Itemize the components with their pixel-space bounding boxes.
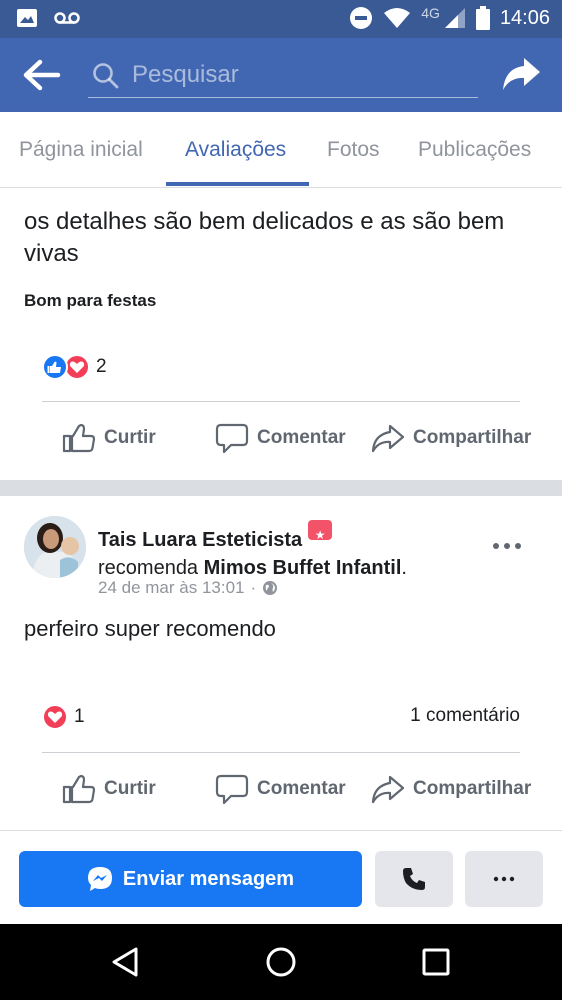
share-button[interactable]: Compartilhar — [371, 773, 531, 805]
more-options-button[interactable] — [465, 851, 543, 907]
status-bar: 4G 14:06 — [0, 0, 562, 38]
love-icon — [42, 704, 68, 730]
review-post: os detalhes são bem delicados e as são b… — [0, 188, 562, 480]
nav-home-icon[interactable] — [265, 946, 297, 978]
send-message-button[interactable]: Enviar mensagem — [19, 851, 362, 907]
reactions-summary[interactable]: 2 — [42, 354, 107, 380]
dnd-icon — [350, 7, 373, 29]
author-name[interactable]: Tais Luara Esteticista — [98, 529, 302, 551]
share-button[interactable]: Compartilhar — [371, 422, 531, 454]
call-button[interactable] — [375, 851, 453, 907]
comment-icon — [215, 774, 249, 805]
share-icon — [371, 424, 405, 453]
system-nav-bar — [0, 924, 562, 1000]
page-name[interactable]: Mimos Buffet Infantil — [204, 557, 402, 579]
like-label: Curtir — [104, 778, 156, 799]
phone-icon — [403, 868, 425, 890]
thumbs-up-icon — [62, 774, 96, 804]
recommendation-post: Tais Luara Esteticista ★ recomenda Mimos … — [0, 496, 562, 830]
nav-back-icon[interactable] — [110, 946, 140, 978]
search-placeholder: Pesquisar — [132, 61, 239, 88]
avatar[interactable] — [24, 516, 86, 578]
battery-icon — [475, 6, 490, 30]
post-text: os detalhes são bem delicados e as são b… — [24, 208, 505, 267]
like-button[interactable]: Curtir — [62, 773, 156, 805]
more-icon[interactable] — [492, 536, 522, 556]
active-tab-indicator — [166, 182, 309, 186]
search-input[interactable]: Pesquisar — [88, 52, 478, 98]
signal-icon — [444, 8, 465, 28]
share-label: Compartilhar — [413, 427, 532, 448]
page-action-bar: Enviar mensagem — [0, 830, 562, 924]
post-header: Tais Luara Esteticista ★ recomenda Mimos … — [98, 520, 498, 582]
reaction-count: 1 — [74, 706, 85, 727]
post-timestamp[interactable]: 24 de mar às 13:01 — [98, 578, 244, 598]
tab-bar: Página inicial Avaliações Fotos Publicaç… — [0, 112, 562, 188]
image-icon — [17, 9, 37, 27]
post-text: perfeiro super recomendo — [24, 616, 276, 641]
comment-label: Comentar — [257, 427, 346, 448]
voicemail-icon — [54, 12, 80, 24]
comment-count[interactable]: 1 comentário — [410, 705, 520, 727]
tab-home[interactable]: Página inicial — [19, 138, 143, 162]
send-message-label: Enviar mensagem — [122, 867, 295, 890]
tab-photos[interactable]: Fotos — [327, 138, 380, 162]
thumbs-up-icon — [62, 423, 96, 453]
nav-recent-icon[interactable] — [422, 948, 450, 976]
review-tag: Bom para festas — [24, 291, 157, 310]
like-icon — [42, 354, 68, 380]
comment-icon — [215, 423, 249, 454]
back-arrow-icon[interactable] — [22, 58, 62, 92]
post-meta: 24 de mar às 13:01 · — [98, 578, 278, 598]
globe-icon — [263, 581, 278, 595]
reactions-summary[interactable]: 1 — [42, 704, 85, 730]
share-arrow-icon[interactable] — [500, 54, 542, 94]
share-icon — [371, 775, 405, 804]
like-button[interactable]: Curtir — [62, 422, 156, 454]
wifi-icon — [384, 8, 411, 28]
app-bar: Pesquisar — [0, 38, 562, 112]
share-label: Compartilhar — [413, 778, 532, 799]
search-icon — [93, 63, 119, 89]
like-label: Curtir — [104, 427, 156, 448]
more-icon — [493, 876, 515, 882]
tab-posts[interactable]: Publicações — [418, 138, 531, 162]
comment-label: Comentar — [257, 778, 346, 799]
messenger-icon — [87, 867, 112, 891]
feed-separator — [0, 480, 562, 496]
recommend-verb: recomenda — [98, 557, 199, 579]
reaction-count: 2 — [96, 356, 107, 377]
tab-reviews[interactable]: Avaliações — [185, 138, 286, 162]
network-label: 4G — [421, 5, 440, 21]
divider — [42, 401, 520, 402]
clock: 14:06 — [499, 6, 550, 29]
recommendation-badge-icon: ★ — [308, 520, 333, 542]
comment-button[interactable]: Comentar — [215, 422, 346, 454]
divider — [42, 752, 520, 753]
comment-button[interactable]: Comentar — [215, 773, 346, 805]
